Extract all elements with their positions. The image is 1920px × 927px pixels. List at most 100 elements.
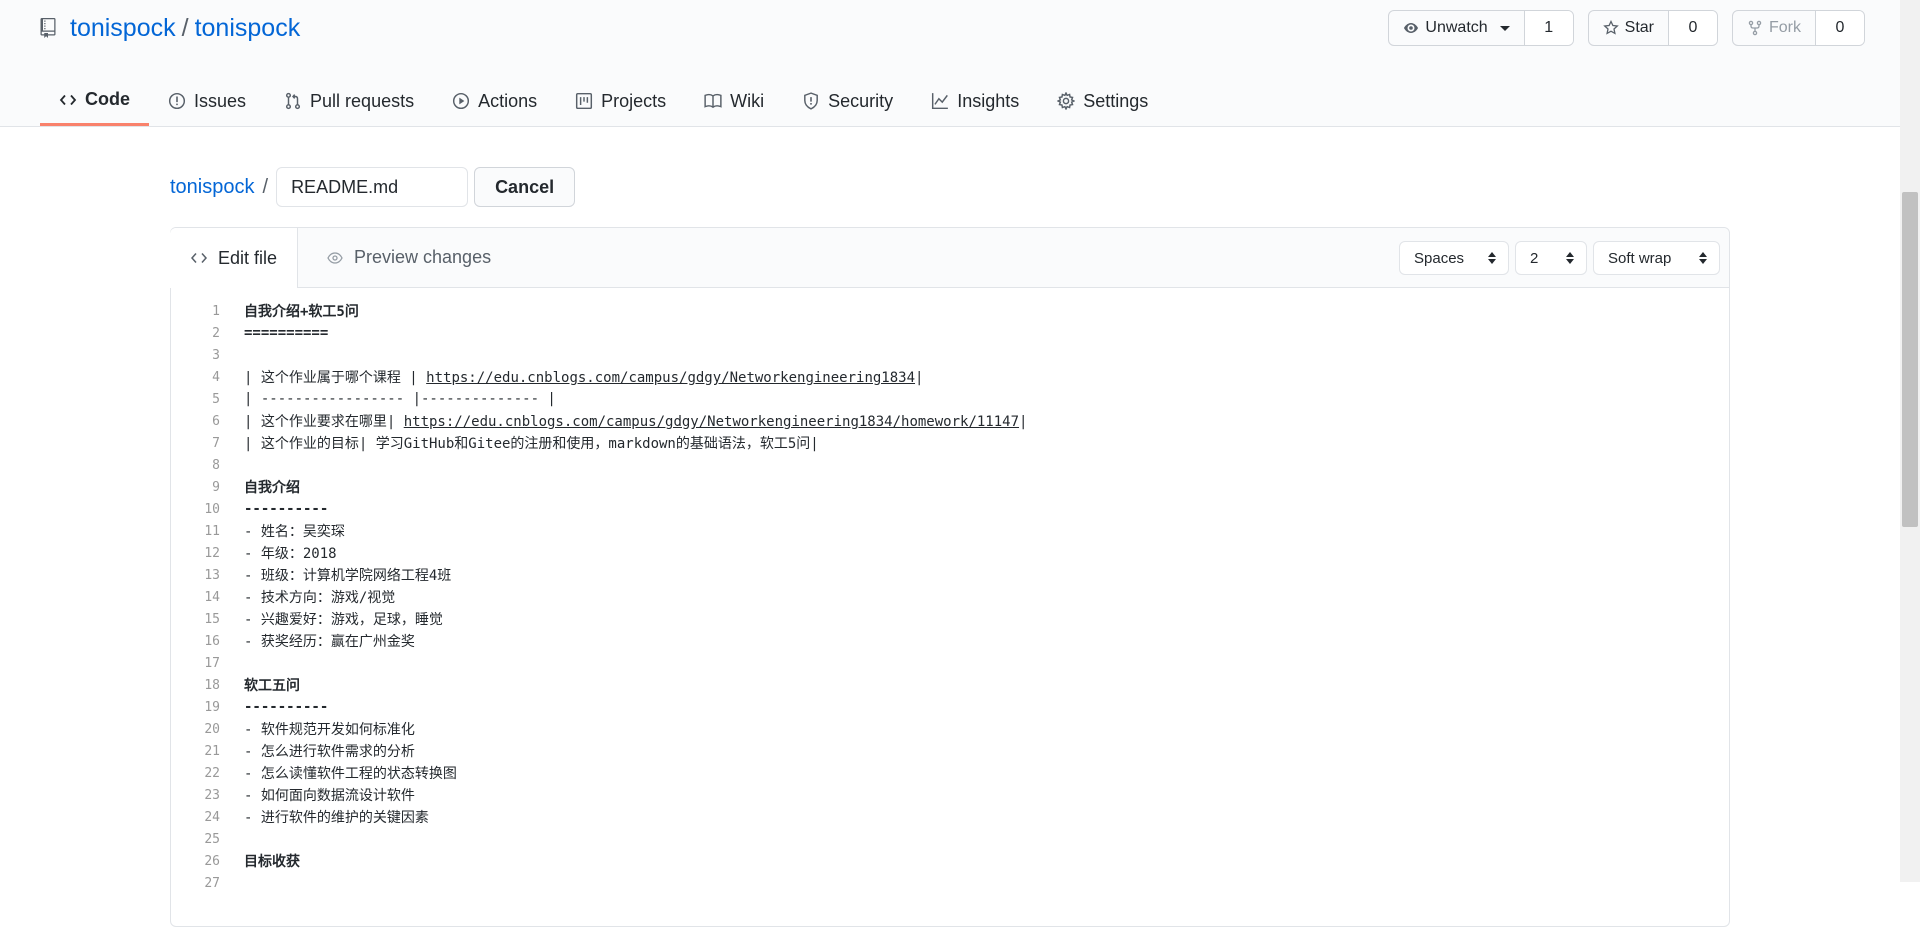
code-line[interactable]: 21 - 怎么进行软件需求的分析 (171, 740, 1729, 762)
line-number: 15 (204, 611, 220, 627)
code-line[interactable]: 27 (171, 872, 1729, 894)
code-line[interactable]: 3 (171, 344, 1729, 366)
watchers-count[interactable]: 1 (1524, 11, 1573, 45)
code-line[interactable]: 1 自我介绍+软工5问 (171, 300, 1729, 322)
project-icon (576, 92, 593, 110)
play-icon (453, 92, 470, 110)
code-line[interactable]: 7 | 这个作业的目标| 学习GitHub和Gitee的注册和使用，markdow… (171, 432, 1729, 454)
wrap-mode-select[interactable]: Soft wrap (1593, 241, 1720, 275)
tab-settings[interactable]: Settings (1038, 76, 1167, 126)
line-number: 26 (204, 853, 220, 869)
code-line[interactable]: 22 - 怎么读懂软件工程的状态转换图 (171, 762, 1729, 784)
select-arrows-icon (1488, 252, 1496, 264)
code-line[interactable]: 23 - 如何面向数据流设计软件 (171, 784, 1729, 806)
filename-input[interactable] (276, 167, 469, 207)
editor-header: Edit file Preview changes Spaces 2 Soft … (170, 228, 1729, 288)
tab-preview-changes[interactable]: Preview changes (326, 228, 491, 287)
repo-name-link[interactable]: tonispock (195, 14, 301, 43)
indent-size-select[interactable]: 2 (1515, 241, 1587, 275)
forks-count[interactable]: 0 (1816, 11, 1864, 45)
line-text: - 进行软件的维护的关键因素 (244, 810, 429, 826)
tab-pull-requests[interactable]: Pull requests (265, 76, 433, 126)
repo-nav: Code Issues Pull requests Actions Projec… (40, 76, 1167, 126)
stars-count[interactable]: 0 (1669, 11, 1717, 45)
code-line[interactable]: 2 ========== (171, 322, 1729, 344)
tab-edit-file[interactable]: Edit file (170, 228, 299, 288)
tab-preview-changes-label: Preview changes (354, 247, 492, 267)
code-line[interactable]: 10 ---------- (171, 498, 1729, 520)
cancel-button[interactable]: Cancel (474, 167, 576, 207)
line-text: - 如何面向数据流设计软件 (244, 788, 415, 804)
repo-title: tonispock / tonispock (40, 12, 300, 44)
repo-owner-link[interactable]: tonispock (70, 14, 176, 43)
line-text: - 年级：2018 (244, 546, 337, 562)
line-text: | 这个作业的目标| 学习GitHub和Gitee的注册和使用，markdown… (244, 436, 819, 452)
code-line[interactable]: 9 自我介绍 (171, 476, 1729, 498)
indent-mode-select[interactable]: Spaces (1399, 241, 1509, 275)
star-icon (1602, 20, 1619, 35)
tab-projects[interactable]: Projects (556, 76, 685, 126)
code-line[interactable]: 4 | 这个作业属于哪个课程 | https://edu.cnblogs.com/… (171, 366, 1729, 388)
line-number: 1 (212, 303, 220, 319)
line-number: 21 (204, 743, 220, 759)
star-button[interactable]: Star (1589, 11, 1669, 45)
editor-options: Spaces 2 Soft wrap (1399, 241, 1720, 275)
code-line[interactable]: 14 - 技术方向：游戏/视觉 (171, 586, 1729, 608)
indent-mode-value: Spaces (1414, 249, 1465, 267)
line-text: | 这个作业要求在哪里| https://edu.cnblogs.com/cam… (220, 411, 1027, 431)
line-text: | 这个作业属于哪个课程 | https://edu.cnblogs.com/c… (220, 367, 923, 387)
line-text: | ----------------- |-------------- | (244, 391, 556, 407)
tab-security-label: Security (828, 90, 894, 111)
code-line[interactable]: 16 - 获奖经历：赢在广州金奖 (171, 630, 1729, 652)
line-number: 20 (204, 721, 220, 737)
code-line[interactable]: 24 - 进行软件的维护的关键因素 (171, 806, 1729, 828)
line-number: 11 (204, 523, 220, 539)
file-editor: Edit file Preview changes Spaces 2 Soft … (170, 227, 1730, 927)
fork-button[interactable]: Fork (1733, 11, 1816, 45)
tab-actions[interactable]: Actions (433, 76, 556, 126)
code-line[interactable]: 8 (171, 454, 1729, 476)
line-number: 5 (212, 391, 220, 407)
line-text: - 获奖经历：赢在广州金奖 (244, 634, 415, 650)
repo-header: tonispock / tonispock Unwatch 1 Star 0 F… (0, 0, 1900, 127)
line-text-suffix: | (1019, 414, 1028, 430)
code-line[interactable]: 19 ---------- (171, 696, 1729, 718)
graph-icon (932, 93, 949, 110)
line-number: 24 (204, 809, 220, 825)
tab-insights[interactable]: Insights (912, 76, 1038, 126)
star-label: Star (1624, 19, 1654, 36)
line-number: 6 (212, 413, 220, 429)
line-text: 自我介绍+软工5问 (244, 304, 359, 320)
line-text: - 软件规范开发如何标准化 (244, 722, 415, 738)
code-line[interactable]: 5 | ----------------- |-------------- | (171, 388, 1729, 410)
unwatch-button[interactable]: Unwatch (1389, 11, 1525, 45)
breadcrumb-owner-link[interactable]: tonispock (170, 176, 255, 199)
page-scrollbar[interactable] (1900, 0, 1920, 882)
line-text: ========== (244, 325, 329, 341)
line-text: 自我介绍 (244, 480, 300, 496)
tab-security[interactable]: Security (783, 76, 912, 126)
code-line[interactable]: 18 软工五问 (171, 674, 1729, 696)
book-icon (704, 93, 722, 109)
code-line[interactable]: 6 | 这个作业要求在哪里| https://edu.cnblogs.com/ca… (171, 410, 1729, 432)
code-line[interactable]: 13 - 班级：计算机学院网络工程4班 (171, 564, 1729, 586)
code-line[interactable]: 15 - 兴趣爱好：游戏，足球，睡觉 (171, 608, 1729, 630)
code-line[interactable]: 25 (171, 828, 1729, 850)
scrollbar-thumb[interactable] (1902, 192, 1918, 527)
line-number: 3 (212, 347, 220, 363)
code-line[interactable]: 26 目标收获 (171, 850, 1729, 872)
tab-wiki[interactable]: Wiki (685, 76, 783, 126)
line-number: 22 (204, 765, 220, 781)
code-line[interactable]: 20 - 软件规范开发如何标准化 (171, 718, 1729, 740)
code-line[interactable]: 12 - 年级：2018 (171, 542, 1729, 564)
code-area[interactable]: 1 自我介绍+软工5问 2 ========== 3 4 | 这个作业属于哪个课程 | ht… (171, 288, 1729, 894)
code-line[interactable]: 11 - 姓名：吴奕琛 (171, 520, 1729, 542)
line-text: - 技术方向：游戏/视觉 (244, 590, 396, 606)
line-url: https://edu.cnblogs.com/campus/gdgy/Netw… (403, 414, 1020, 430)
shield-icon (804, 92, 819, 110)
tab-code[interactable]: Code (40, 76, 149, 126)
indent-size-value: 2 (1530, 249, 1539, 267)
code-line[interactable]: 17 (171, 652, 1729, 674)
gear-icon (1057, 92, 1076, 110)
tab-issues[interactable]: Issues (149, 76, 265, 126)
